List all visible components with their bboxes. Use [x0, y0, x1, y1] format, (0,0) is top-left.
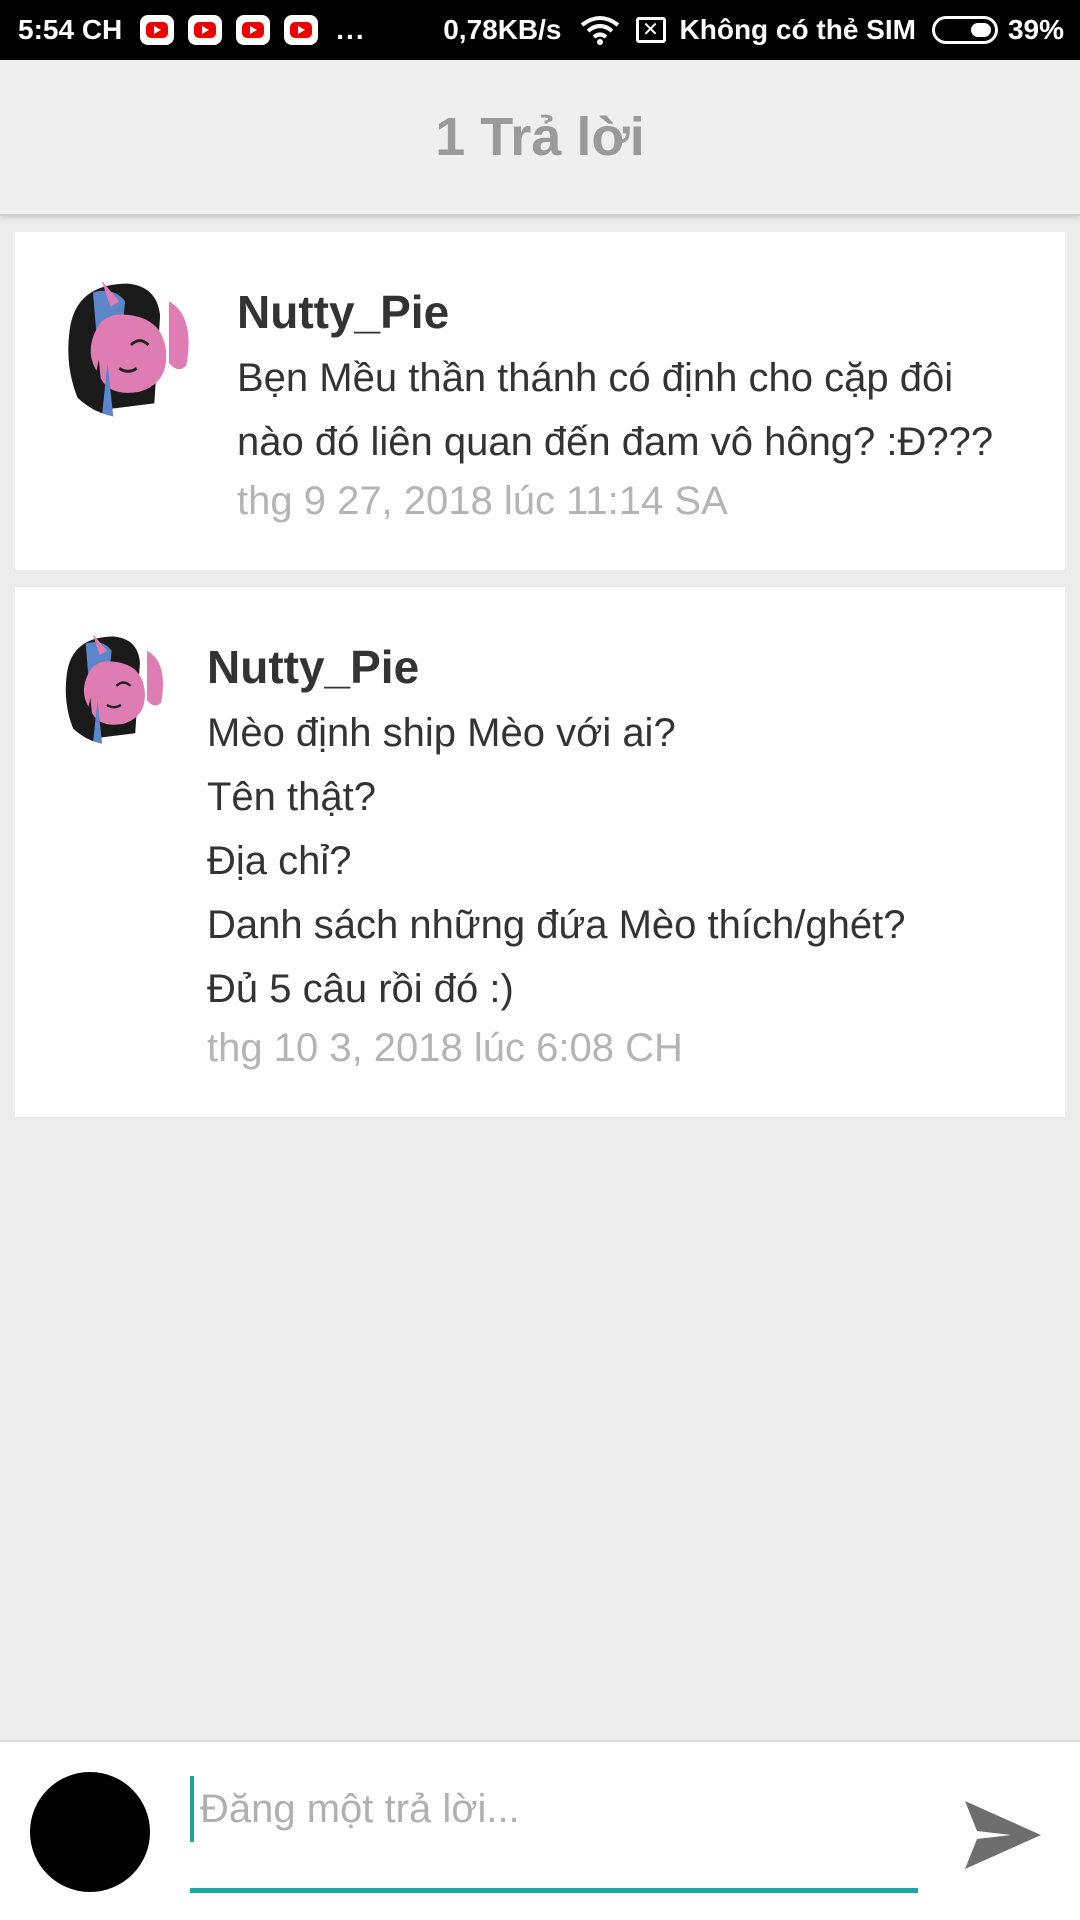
comment-timestamp: thg 10 3, 2018 lúc 6:08 CH [207, 1026, 683, 1070]
comment-line: Đủ 5 câu rồi đó :) [207, 967, 514, 1011]
battery-percent: 39% [1007, 14, 1064, 45]
status-bar: 5:54 CH ... 0,78KB/s ✕ Không có thẻ SIM … [0, 0, 1080, 60]
reply-input-underline [190, 1888, 918, 1893]
comment-text: Mèo định ship Mèo với ai? Tên thật? Địa … [207, 701, 1025, 1021]
youtube-icon [284, 15, 319, 45]
more-notifications-indicator: ... [336, 14, 366, 45]
sim-status: Không có thẻ SIM [679, 14, 916, 45]
comment-body: Nutty_Pie Mèo định ship Mèo với ai? Tên … [207, 639, 1025, 1073]
comment-line: Tên thật? [207, 775, 377, 819]
comment-text: Bẹn Mều thần thánh có định cho cặp đôi n… [237, 356, 994, 464]
send-button[interactable] [960, 1792, 1046, 1878]
wifi-icon [580, 16, 619, 45]
youtube-icon [140, 15, 175, 45]
avatar[interactable] [55, 627, 173, 745]
avatar[interactable] [30, 1772, 150, 1892]
status-time: 5:54 CH [18, 14, 123, 45]
no-sim-icon: ✕ [635, 17, 666, 43]
send-icon [965, 1801, 1041, 1869]
comment-line: Danh sách những đứa Mèo thích/ghét? [207, 903, 906, 947]
battery-icon [931, 16, 998, 44]
comment-card[interactable]: Nutty_Pie Mèo định ship Mèo với ai? Tên … [15, 587, 1065, 1117]
page-title: 1 Trả lời [435, 107, 645, 167]
network-speed: 0,78KB/s [443, 14, 562, 45]
comment-card[interactable]: Nutty_Pie Bẹn Mều thần thánh có định cho… [15, 232, 1065, 570]
pony-avatar-icon [55, 627, 173, 745]
reply-input[interactable] [190, 1776, 918, 1842]
comment-author[interactable]: Nutty_Pie [207, 639, 1025, 695]
youtube-icon [188, 15, 223, 45]
avatar[interactable] [55, 272, 201, 418]
pony-avatar-icon [55, 272, 201, 418]
comment-line: Địa chỉ? [207, 839, 352, 883]
comment-author[interactable]: Nutty_Pie [237, 284, 1025, 340]
youtube-icon [236, 15, 271, 45]
reply-bar [0, 1740, 1080, 1920]
comment-body: Nutty_Pie Bẹn Mều thần thánh có định cho… [237, 284, 1025, 526]
app-header: 1 Trả lời [0, 60, 1080, 216]
comment-line: Mèo định ship Mèo với ai? [207, 711, 676, 755]
comment-timestamp: thg 9 27, 2018 lúc 11:14 SA [237, 479, 728, 523]
